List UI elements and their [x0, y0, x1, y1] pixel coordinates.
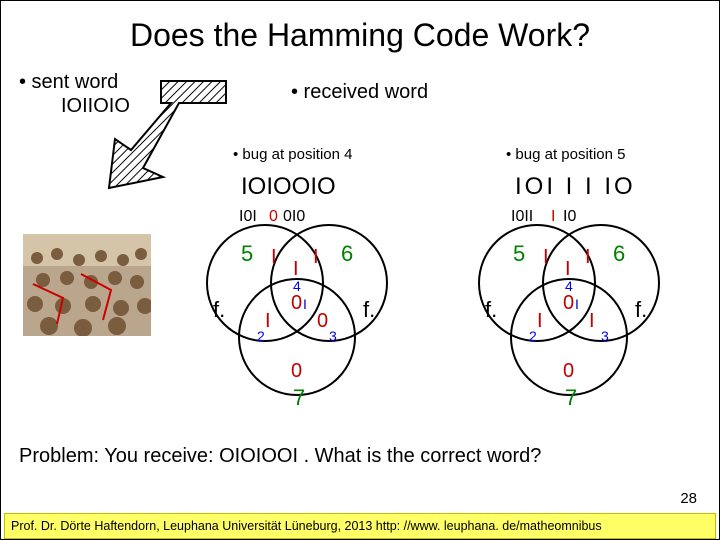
- svg-text:0: 0: [291, 360, 302, 382]
- svg-text:0: 0: [317, 310, 328, 332]
- svg-text:4: 4: [565, 278, 573, 294]
- arrow-icon: [101, 73, 231, 193]
- svg-text:2: 2: [529, 328, 537, 344]
- svg-text:I: I: [543, 246, 549, 268]
- venn-f-left: f.: [213, 297, 225, 322]
- venn-tl-outer: 5: [241, 241, 253, 266]
- crowd-photo: [23, 234, 151, 336]
- svg-text:0: 0: [563, 292, 574, 314]
- svg-text:I: I: [575, 296, 579, 312]
- svg-text:I: I: [303, 296, 307, 312]
- svg-text:I0I: I0I: [239, 208, 257, 225]
- svg-text:5: 5: [513, 241, 525, 266]
- svg-text:3: 3: [329, 328, 337, 344]
- venn-b-outer: 7: [293, 385, 305, 410]
- svg-text:6: 6: [613, 241, 625, 266]
- received-word-bug5: IOI I I IO: [515, 173, 636, 201]
- bug-position-4-label: • bug at position 4: [233, 146, 353, 163]
- svg-text:0I0: 0I0: [283, 208, 305, 225]
- svg-text:I: I: [551, 208, 555, 225]
- svg-text:I0: I0: [563, 208, 576, 225]
- svg-text:I: I: [293, 258, 299, 280]
- svg-text:0: 0: [269, 208, 278, 225]
- svg-text:I: I: [271, 246, 277, 268]
- received-word-label: • received word: [291, 81, 428, 104]
- svg-text:0: 0: [291, 292, 302, 314]
- svg-text:I: I: [585, 246, 591, 268]
- venn-diagram-bug5: 5 6 7 f. f. I I 0 I I I 0 4 2 3 I: [459, 207, 679, 415]
- received-word-bug4: IOIOOIO: [241, 173, 336, 201]
- bug-position-5-label: • bug at position 5: [506, 146, 626, 163]
- svg-text:f.: f.: [485, 297, 497, 322]
- venn-diagram-bug4: 5 6 7 f. f. I I 0 I I 0 0 4 2 3 I: [187, 207, 407, 415]
- svg-text:I0II: I0II: [511, 208, 533, 225]
- svg-text:7: 7: [565, 385, 577, 410]
- svg-text:4: 4: [293, 278, 301, 294]
- problem-text: Problem: You receive: OIOIOOI . What is …: [19, 445, 541, 468]
- svg-text:I: I: [313, 246, 319, 268]
- page-number: 28: [680, 490, 697, 507]
- footer-citation: Prof. Dr. Dörte Haftendorn, Leuphana Uni…: [4, 513, 716, 539]
- svg-text:I: I: [589, 310, 595, 332]
- venn-f-right: f.: [363, 297, 375, 322]
- svg-text:I: I: [265, 310, 271, 332]
- svg-text:I: I: [565, 258, 571, 280]
- svg-text:f.: f.: [635, 297, 647, 322]
- venn-tr-outer: 6: [341, 241, 353, 266]
- svg-text:0: 0: [563, 360, 574, 382]
- svg-text:I: I: [537, 310, 543, 332]
- slide-title: Does the Hamming Code Work?: [1, 17, 719, 54]
- svg-text:2: 2: [257, 328, 265, 344]
- svg-text:3: 3: [601, 328, 609, 344]
